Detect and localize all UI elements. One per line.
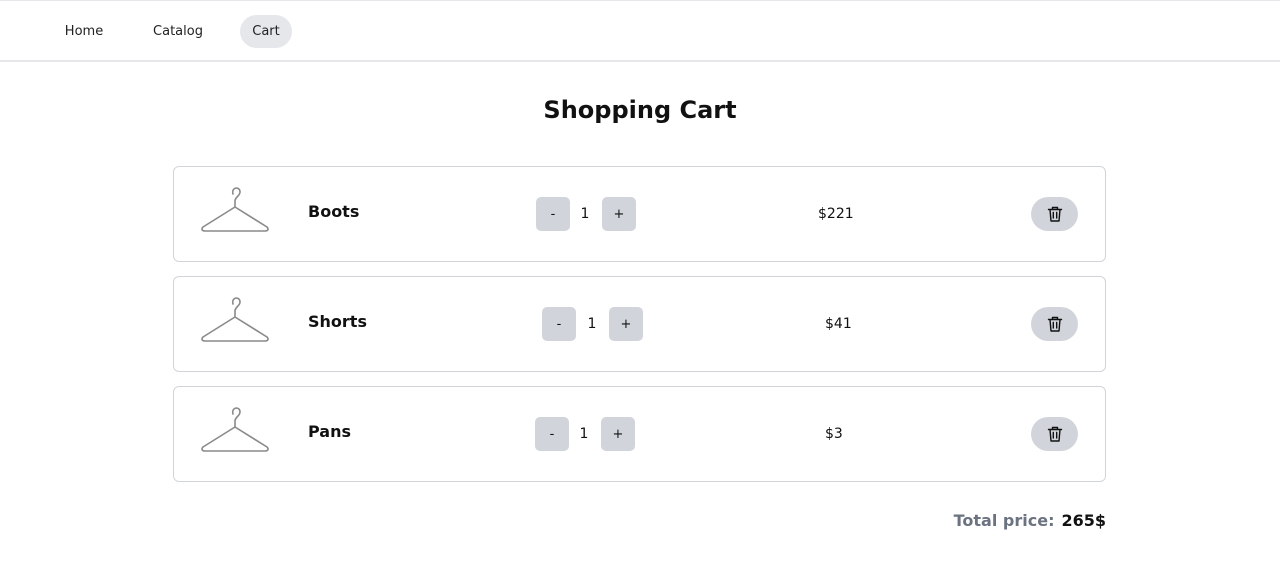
item-price: $3 xyxy=(825,426,843,442)
total-price-label: Total price: xyxy=(953,511,1055,530)
cart-item: Pans - 1 + $3 xyxy=(173,386,1106,482)
total-price-value: 265$ xyxy=(1061,511,1106,530)
hanger-icon xyxy=(201,297,269,342)
delete-item-button[interactable] xyxy=(1031,307,1078,341)
nav-link-catalog[interactable]: Catalog xyxy=(143,15,213,48)
delete-item-button[interactable] xyxy=(1031,197,1078,231)
nav-link-home[interactable]: Home xyxy=(52,15,116,48)
trash-icon xyxy=(1047,206,1062,222)
nav-link-cart[interactable]: Cart xyxy=(240,15,292,48)
quantity-value: 1 xyxy=(587,316,597,332)
page-title: Shopping Cart xyxy=(543,96,737,124)
cart-total: Total price: 265$ xyxy=(954,511,1106,530)
trash-icon xyxy=(1047,426,1062,442)
top-navbar: Home Catalog Cart xyxy=(0,0,1280,62)
item-price: $41 xyxy=(825,316,852,332)
increase-quantity-button[interactable]: + xyxy=(602,197,636,231)
cart-item: Shorts - 1 + $41 xyxy=(173,276,1106,372)
hanger-icon xyxy=(201,187,269,232)
quantity-value: 1 xyxy=(579,426,589,442)
item-name: Shorts xyxy=(308,312,367,331)
item-name: Pans xyxy=(308,422,352,441)
delete-item-button[interactable] xyxy=(1031,417,1078,451)
decrease-quantity-button[interactable]: - xyxy=(536,197,570,231)
trash-icon xyxy=(1047,316,1062,332)
decrease-quantity-button[interactable]: - xyxy=(542,307,576,341)
cart-item: Boots - 1 + $221 xyxy=(173,166,1106,262)
hanger-icon xyxy=(201,407,269,452)
item-name: Boots xyxy=(308,202,360,221)
decrease-quantity-button[interactable]: - xyxy=(535,417,569,451)
quantity-value: 1 xyxy=(580,206,590,222)
increase-quantity-button[interactable]: + xyxy=(609,307,643,341)
increase-quantity-button[interactable]: + xyxy=(601,417,635,451)
item-price: $221 xyxy=(818,206,854,222)
